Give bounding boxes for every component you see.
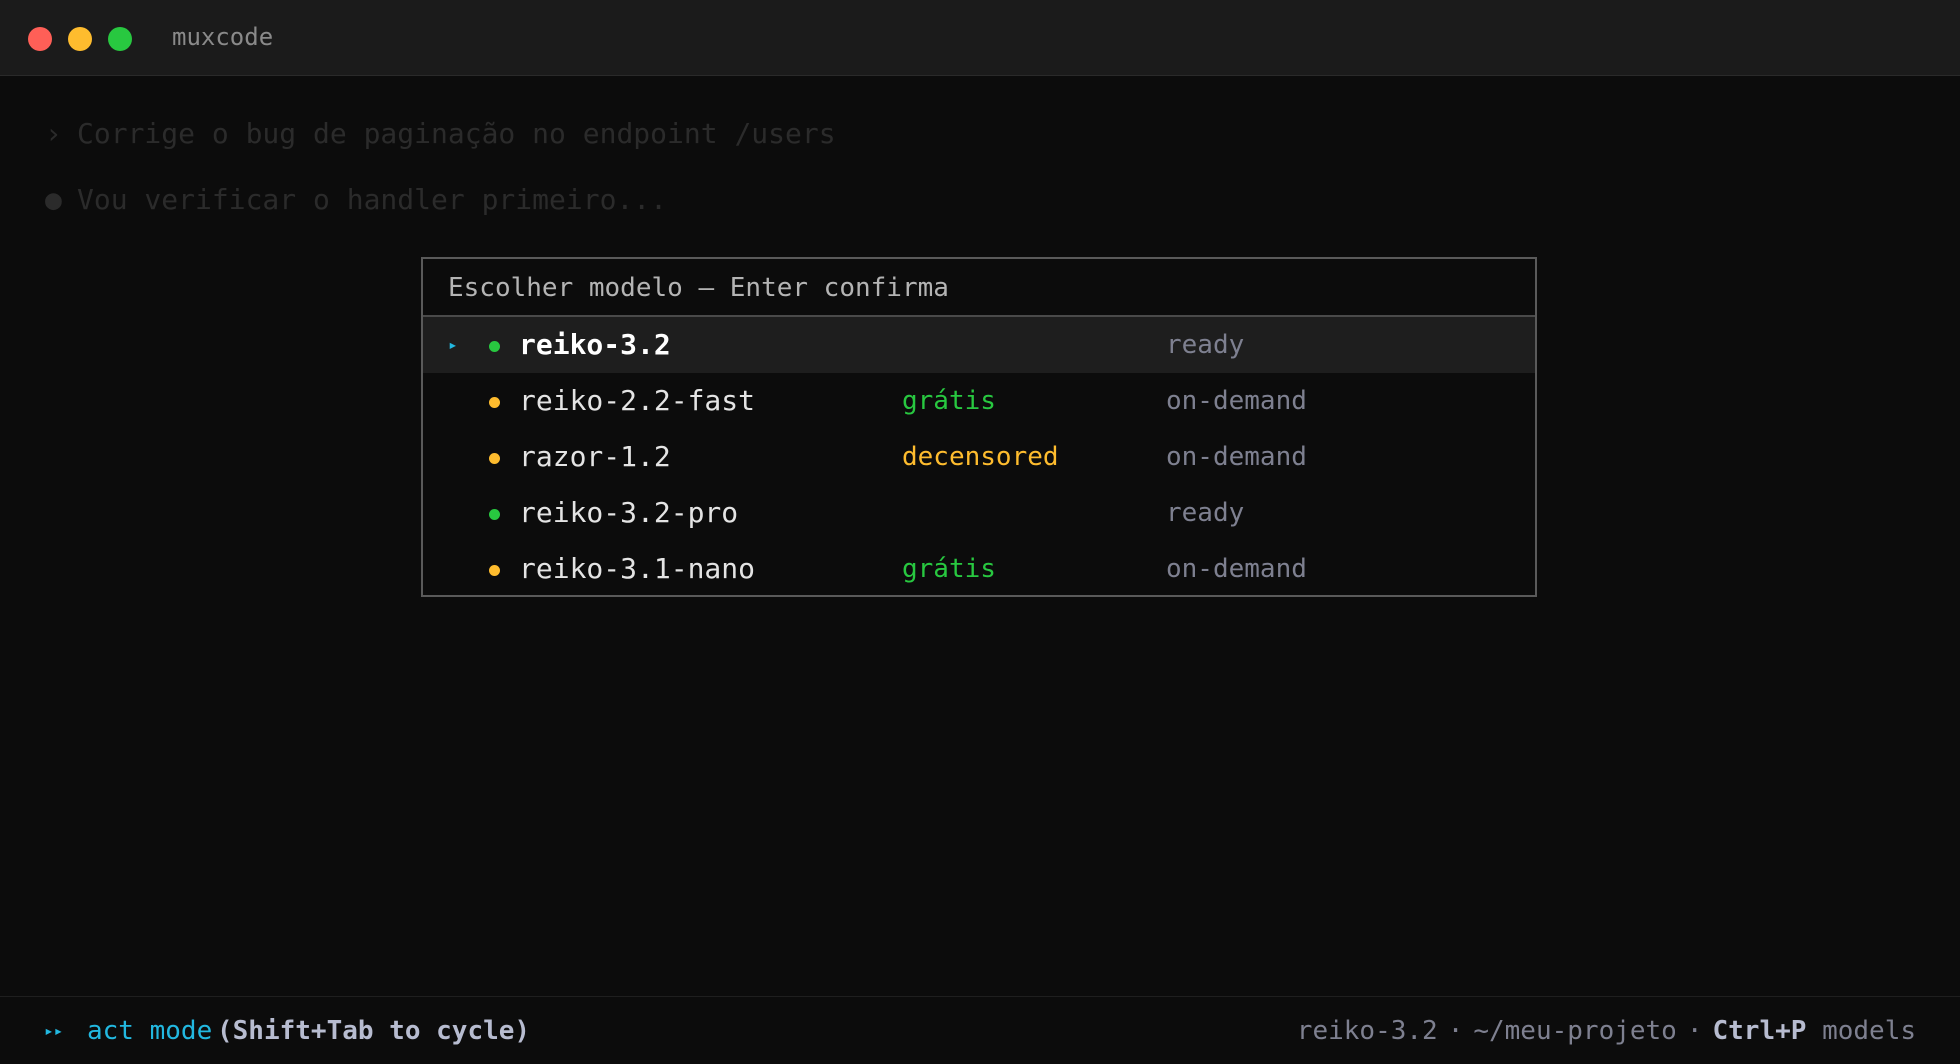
bullet-icon: ● [45, 183, 62, 216]
shortcut-key: Ctrl+P [1712, 1016, 1807, 1046]
model-tag: grátis [902, 386, 996, 416]
model-status: ready [1166, 330, 1245, 360]
selection-cursor-icon: ▸ [448, 335, 458, 354]
separator: · [1686, 1016, 1703, 1046]
status-dot-icon [489, 341, 500, 352]
model-name: reiko-3.2 [519, 328, 671, 361]
model-name: reiko-2.2-fast [519, 384, 756, 417]
status-dot-icon [489, 509, 500, 520]
model-picker: Escolher modelo — Enter confirma ▸ reiko-… [421, 257, 1537, 597]
model-option-razor-1.2[interactable]: razor-1.2 decensored on-demand [423, 429, 1535, 485]
prompt-chevron-icon: › [45, 117, 62, 150]
model-status: ready [1166, 498, 1245, 528]
shortcut-label: models [1822, 1016, 1916, 1046]
model-status: on-demand [1166, 386, 1307, 416]
separator: · [1447, 1016, 1464, 1046]
model-option-reiko-3.2[interactable]: ▸ reiko-3.2 ready [423, 317, 1535, 373]
status-dot-icon [489, 453, 500, 464]
minimize-window-button[interactable] [68, 27, 92, 51]
maximize-window-button[interactable] [108, 27, 132, 51]
status-right: reiko-3.2 · ~/meu-projeto · Ctrl+P models [1297, 997, 1916, 1064]
model-name: razor-1.2 [519, 440, 671, 473]
model-option-reiko-3.2-pro[interactable]: reiko-3.2-pro ready [423, 485, 1535, 541]
assistant-message: ● Vou verificar o handler primeiro... [45, 182, 667, 218]
status-dot-icon [489, 397, 500, 408]
current-model: reiko-3.2 [1296, 1016, 1438, 1046]
mode-arrows-icon: ▸▸ [44, 1021, 64, 1040]
window-title: muxcode [172, 23, 274, 51]
model-status: on-demand [1166, 554, 1307, 584]
model-list: ▸ reiko-3.2 ready reiko-2.2-fast grátis on-de… [423, 317, 1535, 597]
mode-cycle-hint: (Shift+Tab to cycle) [217, 1016, 531, 1046]
model-option-reiko-3.1-nano[interactable]: reiko-3.1-nano grátis on-demand [423, 541, 1535, 597]
status-dot-icon [489, 565, 500, 576]
title-bar: muxcode [0, 0, 1960, 76]
project-path: ~/meu-projeto [1473, 1016, 1677, 1046]
user-message-text: Corrige o bug de paginação no endpoint /… [77, 117, 836, 150]
model-tag: grátis [902, 554, 996, 584]
model-tag: decensored [902, 442, 1059, 472]
assistant-message-text: Vou verificar o handler primeiro... [77, 183, 668, 216]
model-picker-header: Escolher modelo — Enter confirma [423, 259, 1535, 317]
close-window-button[interactable] [28, 27, 52, 51]
model-status: on-demand [1166, 442, 1307, 472]
mode-label[interactable]: act mode [87, 997, 212, 1064]
user-message: › Corrige o bug de paginação no endpoint … [45, 116, 836, 152]
status-bar: ▸▸ act mode (Shift+Tab to cycle) reiko-3… [0, 996, 1960, 1064]
model-name: reiko-3.1-nano [519, 552, 756, 585]
model-option-reiko-2.2-fast[interactable]: reiko-2.2-fast grátis on-demand [423, 373, 1535, 429]
model-name: reiko-3.2-pro [519, 496, 739, 529]
